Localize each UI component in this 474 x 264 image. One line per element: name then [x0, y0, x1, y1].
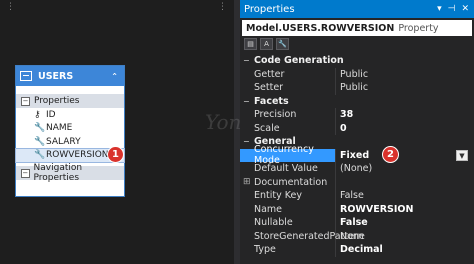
wrench-icon: 🔧 [34, 123, 46, 134]
chevron-down-icon[interactable]: ▼ [456, 149, 468, 161]
property-row-type[interactable]: Type Decimal [240, 243, 474, 257]
expand-plus-icon[interactable]: ⊞ [243, 177, 251, 187]
property-row-concurrency-mode[interactable]: Concurrency Mode Fixed ▼ 2 [240, 144, 474, 166]
wrench-icon: 🔧 [34, 136, 46, 147]
callout-badge-2: 2 [382, 145, 399, 163]
property-row-name[interactable]: Name ROWVERSION [240, 202, 474, 216]
navigation-section[interactable]: − Navigation Properties [16, 163, 124, 183]
categorized-icon[interactable]: ▤ [244, 38, 257, 50]
collapse-minus-icon[interactable]: − [243, 56, 252, 65]
designer-surface[interactable]: ⋮ ⋮ USERS ⌃ − Properties ⚷ ID 🔧 NAME 🔧 S… [0, 0, 234, 264]
property-row-setter[interactable]: Setter Public [240, 81, 474, 95]
property-row-default-value[interactable]: Default Value (None) [240, 162, 474, 176]
property-label: ID [46, 109, 56, 120]
panel-title: Properties [244, 3, 295, 15]
panel-toolbar: ▤ A 🔧 [240, 36, 474, 52]
object-name: Model.USERS.ROWVERSION [246, 22, 395, 34]
watermark: Yon [205, 110, 242, 134]
callout-badge-1: 1 [107, 146, 124, 163]
entity-type-icon [20, 71, 32, 81]
close-icon[interactable]: ✕ [461, 4, 469, 14]
wrench-icon: 🔧 [34, 150, 46, 161]
collapse-minus-icon[interactable]: − [243, 137, 252, 146]
property-item-salary[interactable]: 🔧 SALARY [16, 135, 124, 149]
pin-icon[interactable]: ⊣ [448, 4, 456, 14]
resize-grip-right[interactable]: ⋮ [218, 2, 227, 12]
property-label: SALARY [46, 136, 81, 147]
property-row-store-generated-pattern[interactable]: StoreGeneratedPattern None [240, 229, 474, 243]
entity-name: USERS [38, 70, 74, 82]
property-item-name[interactable]: 🔧 NAME [16, 122, 124, 136]
property-row-nullable[interactable]: Nullable False [240, 216, 474, 230]
category-facets[interactable]: − Facets [240, 95, 474, 109]
properties-section-label: Properties [34, 96, 80, 106]
property-grid: − Code Generation Getter Public Setter P… [240, 54, 474, 257]
property-row-precision[interactable]: Precision 38 [240, 108, 474, 122]
property-row-entity-key[interactable]: Entity Key False [240, 189, 474, 203]
entity-header[interactable]: USERS ⌃ [16, 66, 124, 86]
collapse-minus-icon[interactable]: − [21, 168, 30, 178]
property-pages-icon[interactable]: 🔧 [276, 38, 289, 50]
properties-panel: Properties ▾ ⊣ ✕ Model.USERS.ROWVERSION … [240, 0, 474, 264]
category-code-generation[interactable]: − Code Generation [240, 54, 474, 68]
properties-section[interactable]: − Properties [16, 94, 124, 108]
property-label: ROWVERSION [46, 150, 109, 161]
object-selector[interactable]: Model.USERS.ROWVERSION Property [242, 20, 472, 36]
resize-grip[interactable]: ⋮ [6, 2, 15, 12]
dropdown-icon[interactable]: ▾ [437, 4, 442, 14]
entity-users[interactable]: USERS ⌃ − Properties ⚷ ID 🔧 NAME 🔧 SALAR… [15, 65, 125, 197]
collapse-minus-icon[interactable]: − [21, 96, 30, 106]
property-row-documentation[interactable]: ⊞ Documentation [240, 175, 474, 189]
navigation-section-label: Navigation Properties [33, 163, 83, 183]
panel-titlebar[interactable]: Properties ▾ ⊣ ✕ [240, 0, 474, 18]
collapse-minus-icon[interactable]: − [243, 97, 252, 106]
property-item-id[interactable]: ⚷ ID [16, 108, 124, 122]
alphabetical-icon[interactable]: A [260, 38, 273, 50]
key-icon: ⚷ [34, 109, 41, 120]
collapse-chevron-icon[interactable]: ⌃ [111, 72, 118, 81]
property-label: NAME [46, 123, 73, 134]
property-row-getter[interactable]: Getter Public [240, 67, 474, 81]
object-type: Property [398, 22, 439, 34]
property-row-scale[interactable]: Scale 0 [240, 121, 474, 135]
